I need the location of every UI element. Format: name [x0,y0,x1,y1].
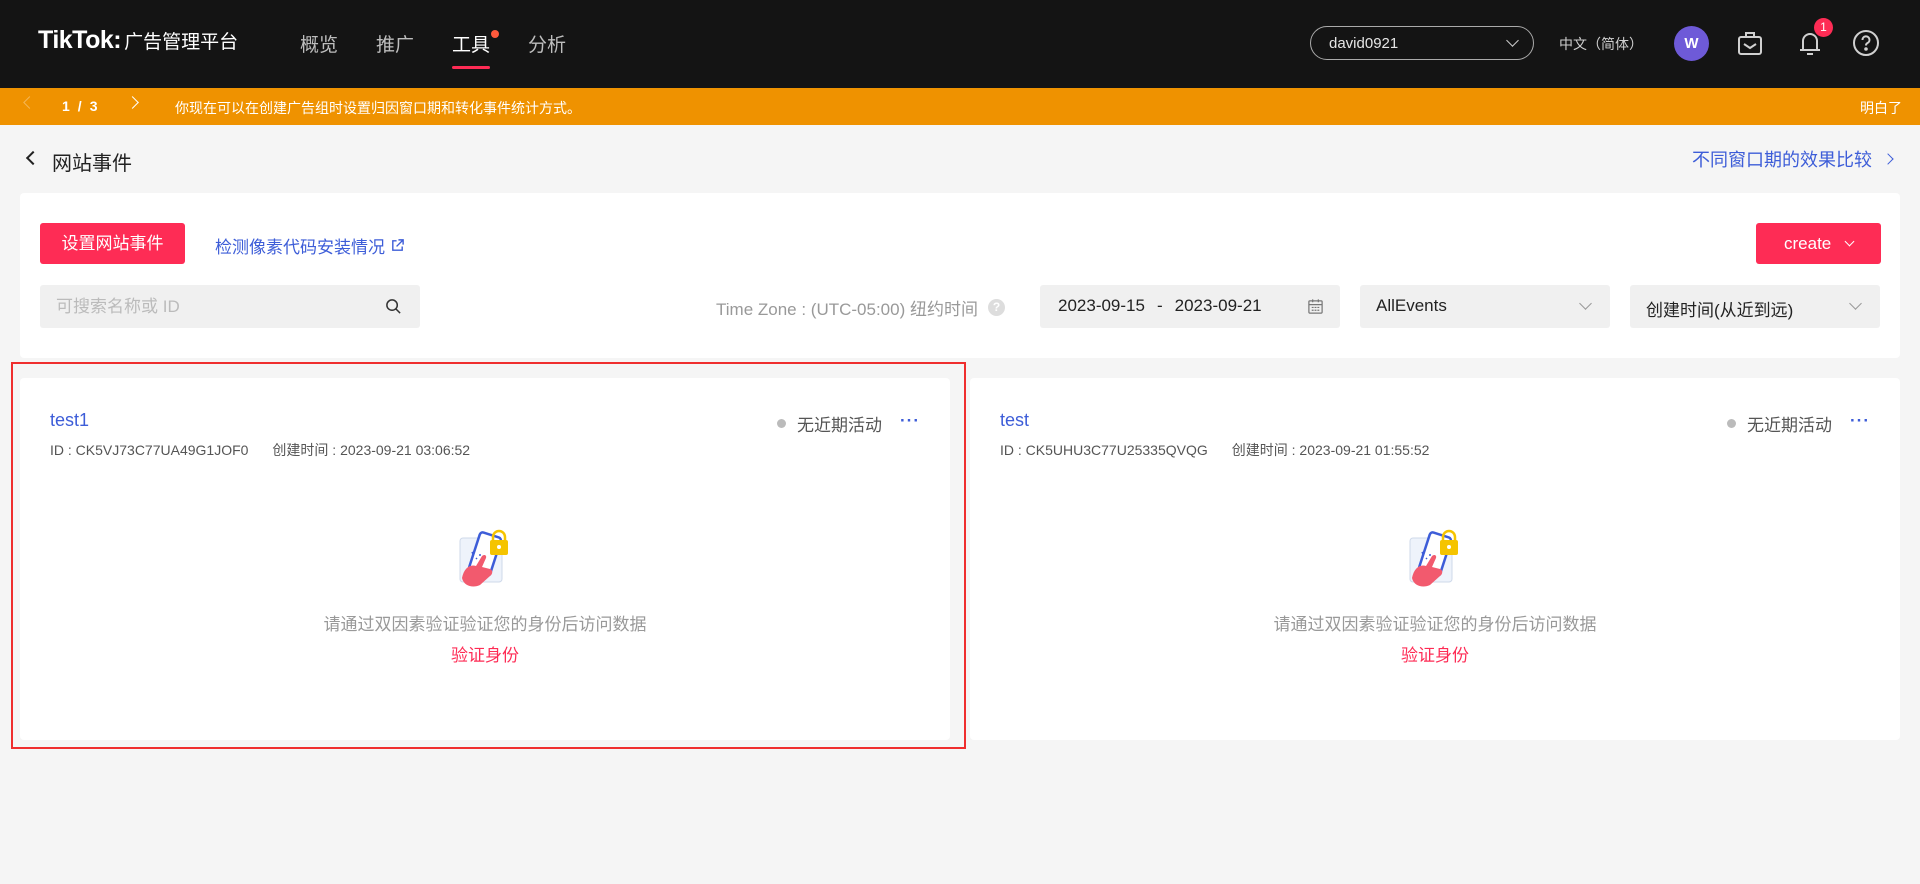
status-label: 无近期活动 [1747,416,1832,435]
sort-select[interactable]: 创建时间(从近到远) [1630,285,1880,328]
nav-tools[interactable]: 工具 [452,30,500,69]
verify-identity-link: 验证身份 [970,641,1900,666]
nav-tools-dot [491,30,500,38]
timezone-text: Time Zone : (UTC-05:00) 纽约时间 [716,300,978,319]
toolbar-panel: 设置网站事件 检测像素代码安装情况 create Time Zone : (UT… [20,193,1900,358]
status-badge: 无近期活动 [1727,411,1832,436]
status-dot [777,419,786,428]
account-select[interactable]: david0921 [1310,26,1534,60]
create-button-label: create [1784,234,1832,253]
chevron-down-icon [1506,34,1519,47]
sort-value: 创建时间(从近到远) [1646,301,1794,320]
date-start: 2023-09-15 [1058,296,1145,315]
check-pixel-link[interactable]: 检测像素代码安装情况 [215,233,405,258]
two-factor-lock-icon [1409,529,1458,587]
calendar-icon [1308,299,1323,314]
help-icon[interactable] [1851,28,1881,58]
page-title: 网站事件 [52,153,132,175]
event-created: 创建时间 : 2023-09-21 03:06:52 [272,442,471,458]
search-icon[interactable] [385,298,402,315]
nav-tools-label: 工具 [452,35,491,56]
event-created: 创建时间 : 2023-09-21 01:55:52 [1231,442,1430,458]
timezone-label: Time Zone : (UTC-05:00) 纽约时间 ? [716,295,1005,320]
create-button[interactable]: create [1756,223,1881,264]
chevron-down-icon [1849,297,1862,310]
language-switch[interactable]: 中文（简体） [1559,34,1643,54]
help-icon[interactable]: ? [987,299,1005,316]
external-link-icon [392,239,404,251]
main-nav: 概览 推广 工具 分析 [300,30,604,69]
avatar[interactable]: W [1674,26,1709,61]
search-box [40,285,420,328]
top-nav: TikTok: 广告管理平台 概览 推广 工具 分析 david0921 中文（… [0,0,1920,88]
nav-promote[interactable]: 推广 [376,30,414,57]
nav-analytics[interactable]: 分析 [528,30,566,57]
verify-identity-link: 验证身份 [20,641,950,666]
event-card: test ID : CK5UHU3C77U25335QVQG 创建时间 : 202… [970,378,1900,740]
account-name: david0921 [1329,35,1399,52]
logo-subtitle: 广告管理平台 [124,32,239,53]
event-meta: ID : CK5UHU3C77U25335QVQG 创建时间 : 2023-09-… [1000,440,1429,460]
chevron-right-icon [1882,153,1894,165]
more-icon[interactable]: ··· [1850,411,1870,431]
nav-overview[interactable]: 概览 [300,30,338,57]
chevron-left-icon[interactable] [23,96,36,109]
date-end: 2023-09-21 [1174,296,1262,315]
verify-identity-button[interactable]: 验证身份 [1401,646,1469,665]
verify-message: 请通过双因素验证验证您的身份后访问数据 [323,615,647,634]
chevron-down-icon [1579,297,1592,310]
event-meta: ID : CK5VJ73C77UA49G1JOF0 创建时间 : 2023-09-… [50,440,470,460]
event-filter-value: AllEvents [1376,296,1447,315]
verify-message: 请通过双因素验证验证您的身份后访问数据 [1273,615,1597,634]
notification-badge: 1 [1814,18,1833,37]
date-range-picker[interactable]: 2023-09-15-2023-09-21 [1040,285,1340,328]
banner-sep: / [77,98,82,114]
chevron-down-icon [1844,236,1855,247]
status-label: 无近期活动 [797,416,882,435]
event-name[interactable]: test1 [50,410,89,431]
compare-window-link[interactable]: 不同窗口期的效果比较 [1692,146,1894,172]
status-dot [1727,419,1736,428]
event-name[interactable]: test [1000,410,1029,431]
chevron-right-icon[interactable] [126,96,139,109]
announcement-banner: 1 / 3 你现在可以在创建广告组时设置归因窗口期和转化事件统计方式。 明白了 [0,88,1920,125]
search-input[interactable] [40,285,360,328]
status-badge: 无近期活动 [777,411,882,436]
event-id: ID : CK5VJ73C77UA49G1JOF0 [50,442,249,458]
compare-window-label: 不同窗口期的效果比较 [1692,150,1872,170]
event-filter-select[interactable]: AllEvents [1360,285,1610,328]
logo-brand: TikTok: [38,26,122,54]
two-factor-lock-icon [459,529,508,587]
banner-pager: 1 / 3 [58,98,101,114]
event-id: ID : CK5UHU3C77U25335QVQG [1000,442,1208,458]
event-card: test1 ID : CK5VJ73C77UA49G1JOF0 创建时间 : 20… [20,378,950,740]
check-pixel-label: 检测像素代码安装情况 [215,238,385,257]
banner-message: 你现在可以在创建广告组时设置归因窗口期和转化事件统计方式。 [175,100,581,116]
logo[interactable]: TikTok: 广告管理平台 [38,26,238,55]
banner-current: 1 [62,98,70,114]
back-icon[interactable] [25,150,41,166]
verify-identity-button[interactable]: 验证身份 [451,646,519,665]
banner-total: 3 [89,98,98,114]
briefcase-icon[interactable] [1735,28,1765,58]
banner-dismiss-button[interactable]: 明白了 [1860,98,1902,118]
more-icon[interactable]: ··· [900,411,920,431]
setup-event-button[interactable]: 设置网站事件 [40,223,185,264]
date-separator: - [1156,296,1163,315]
